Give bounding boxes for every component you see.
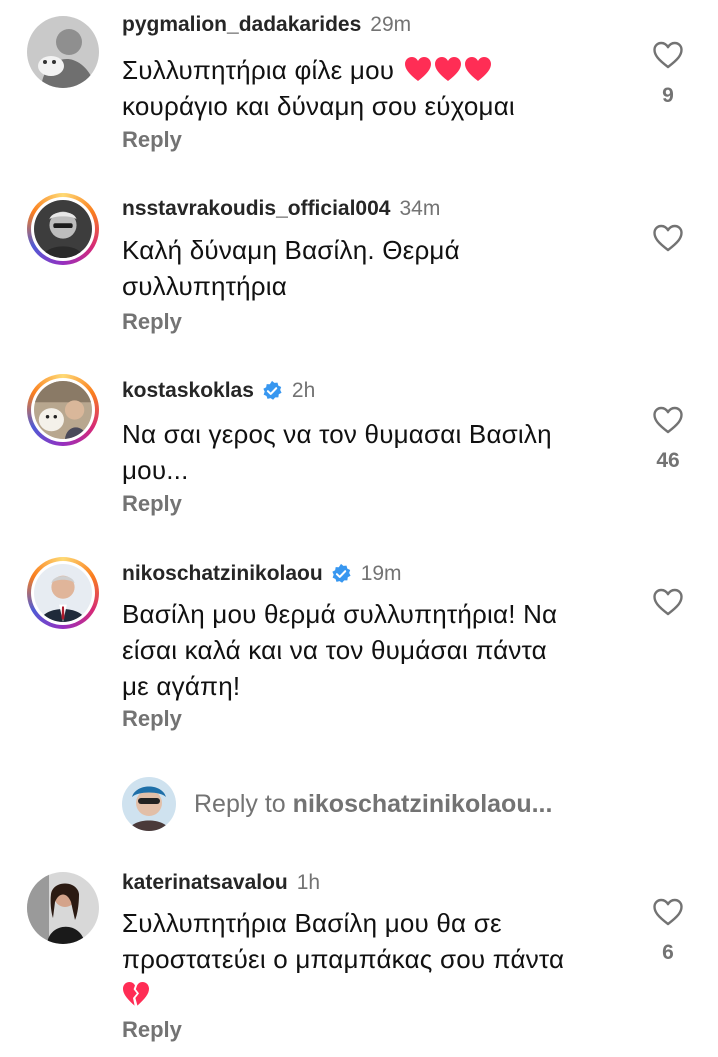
avatar[interactable] [27, 374, 99, 446]
reply-button[interactable]: Reply [122, 126, 182, 154]
comment-line: Συλλυπητήρια φίλε μου [122, 55, 395, 85]
story-ring [31, 378, 95, 442]
comment-header: nsstavrakoudis_official004 34m [122, 196, 440, 222]
verified-badge-icon [332, 563, 351, 583]
timestamp: 1h [296, 871, 321, 894]
username[interactable]: katerinatsavalou [122, 870, 288, 896]
like-control [650, 223, 686, 253]
comment-line: κουράγιο και δύναμη σου εύχομαι [122, 91, 515, 121]
avatar[interactable] [27, 16, 99, 88]
reply-to-handle: nikoschatzinikolaou... [292, 789, 553, 818]
comment-line: συλλυπητήρια [122, 271, 287, 301]
heart-outline-icon[interactable] [652, 587, 684, 617]
username[interactable]: pygmalion_dadakarides [122, 12, 361, 38]
reply-to-row[interactable]: Reply to nikoschatzinikolaou... [122, 776, 552, 832]
heart-outline-icon[interactable] [652, 40, 684, 70]
heart-emoji-icon [404, 57, 431, 81]
comment-line: προστατεύει ο μπαμπάκας σου πάντα [122, 944, 565, 974]
heart-emoji-icon [434, 57, 461, 81]
timestamp: 34m [399, 197, 441, 220]
comment-line: Καλή δύναμη Βασίλη. Θερμά [122, 235, 460, 265]
comment-text: Συλλυπητήρια φίλε μου κουράγιο και δύναμ… [122, 52, 632, 124]
username[interactable]: nsstavrakoudis_official004 [122, 196, 390, 222]
avatar-image [34, 381, 92, 439]
reply-button[interactable]: Reply [122, 308, 182, 336]
like-control: 46 [650, 405, 686, 473]
comment-line: μου... [122, 455, 189, 485]
comment-header: pygmalion_dadakarides 29m [122, 12, 411, 38]
comment-header: katerinatsavalou 1h [122, 870, 320, 896]
like-control: 9 [650, 40, 686, 108]
avatar-image [27, 872, 99, 944]
like-count: 9 [662, 84, 674, 107]
like-count: 46 [656, 449, 680, 472]
timestamp: 29m [370, 13, 412, 36]
comment-text: Συλλυπητήρια Βασίλη μου θα σε προστατεύε… [122, 905, 632, 1013]
comment-line: με αγάπη! [122, 671, 241, 701]
heart-emoji-icon [464, 57, 491, 81]
story-ring [31, 197, 95, 261]
comment-text: Να σαι γερος να τον θυμασαι Βασιλη μου..… [122, 416, 632, 488]
avatar[interactable] [27, 193, 99, 265]
reply-button[interactable]: Reply [122, 1016, 182, 1044]
reply-button[interactable]: Reply [122, 705, 182, 733]
like-control: 6 [650, 897, 686, 965]
avatar-image [34, 564, 92, 622]
avatar[interactable] [27, 872, 99, 944]
timestamp: 19m [360, 562, 402, 585]
avatar-image [27, 16, 99, 88]
username[interactable]: nikoschatzinikolaou [122, 561, 323, 587]
reply-to-prefix: Reply to [194, 789, 286, 818]
avatar-image [34, 200, 92, 258]
comment-text: Καλή δύναμη Βασίλη. Θερμά συλλυπητήρια [122, 232, 632, 304]
comment-text: Βασίλη μου θερμά συλλυπητήρια! Να είσαι … [122, 596, 632, 704]
comment-header: nikoschatzinikolaou 19m [122, 561, 402, 587]
reply-button[interactable]: Reply [122, 490, 182, 518]
avatar[interactable] [27, 557, 99, 629]
heart-outline-icon[interactable] [652, 897, 684, 927]
story-ring [31, 561, 95, 625]
hearts-emoji [402, 55, 492, 85]
comment-header: kostaskoklas 2h [122, 378, 315, 404]
like-count: 6 [662, 941, 674, 964]
comment-line: Να σαι γερος να τον θυμασαι Βασιλη [122, 419, 552, 449]
comment-line: Βασίλη μου θερμά συλλυπητήρια! Να [122, 599, 558, 629]
broken-heart-emoji-icon [123, 982, 149, 1006]
timestamp: 2h [291, 379, 316, 402]
like-control [650, 587, 686, 617]
comment-line: είσαι καλά και να τον θυμάσαι πάντα [122, 635, 547, 665]
heart-outline-icon[interactable] [652, 405, 684, 435]
verified-badge-icon [263, 380, 282, 400]
comment-line: Συλλυπητήρια Βασίλη μου θα σε [122, 908, 502, 938]
reply-to-label: Reply to nikoschatzinikolaou... [194, 790, 552, 819]
username[interactable]: kostaskoklas [122, 378, 254, 404]
own-avatar [122, 777, 176, 831]
heart-outline-icon[interactable] [652, 223, 684, 253]
